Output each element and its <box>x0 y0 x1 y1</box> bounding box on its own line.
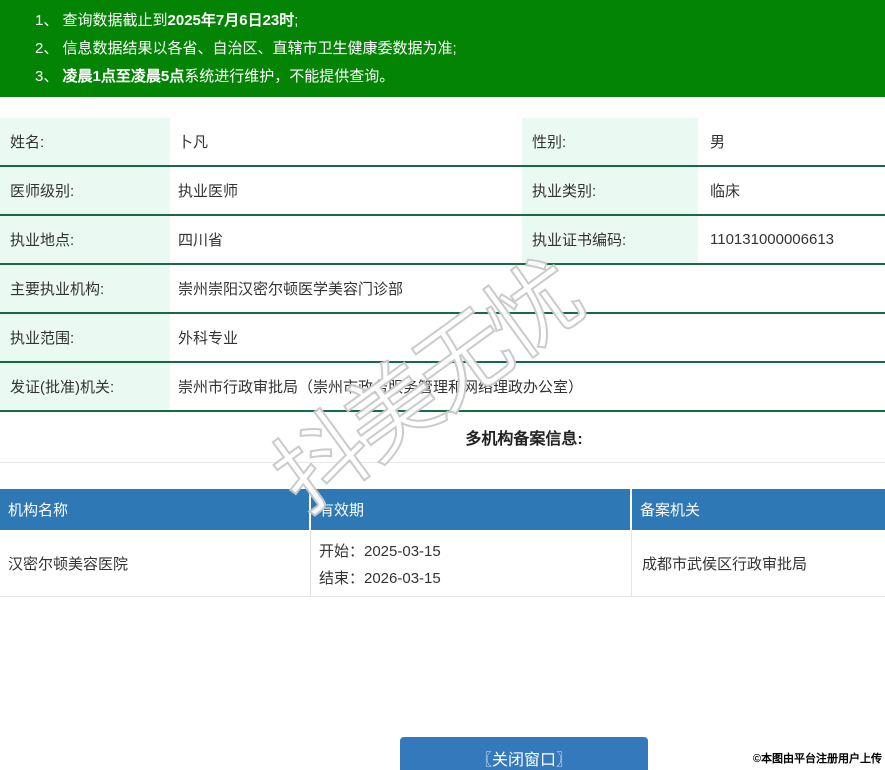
multi-org-filing-table: 机构名称 有效期 备案机关 汉密尔顿美容医院 开始：2025-03-15 结束：… <box>0 489 885 597</box>
license-query-result-page: 1、 查询数据截止到2025年7月6日23时; 2、 信息数据结果以各省、自治区… <box>0 0 885 770</box>
certificate-number-value: 110131000006613 <box>710 231 835 248</box>
info-row-main-institution: 主要执业机构: 崇州崇阳汉密尔顿医学美容门诊部 <box>0 265 885 314</box>
notice-line-3: 3、 凌晨1点至凌晨5点系统进行维护，不能提供查询。 <box>35 63 885 91</box>
section-divider <box>0 462 885 463</box>
org-table-row: 汉密尔顿美容医院 开始：2025-03-15 结束：2026-03-15 成都市… <box>0 530 885 597</box>
notice-text: 1、 查询数据截止到 <box>35 12 168 29</box>
issuing-authority-value: 崇州市行政审批局（崇州市政务服务管理和网络理政办公室） <box>178 379 584 396</box>
main-institution-value: 崇州崇阳汉密尔顿医学美容门诊部 <box>178 281 404 298</box>
notice-line-2: 2、 信息数据结果以各省、自治区、直辖市卫生健康委数据为准; <box>35 35 885 63</box>
gender-value: 男 <box>710 134 726 151</box>
main-institution-label: 主要执业机构: <box>0 265 170 312</box>
certificate-number-label: 执业证书编码: <box>522 216 698 263</box>
doctor-level-value: 执业医师 <box>178 183 239 200</box>
name-label: 姓名: <box>0 118 170 165</box>
notice-banner: 1、 查询数据截止到2025年7月6日23时; 2、 信息数据结果以各省、自治区… <box>0 0 885 97</box>
notice-text: 2、 信息数据结果以各省、自治区、直辖市卫生健康委数据为准; <box>35 40 457 57</box>
practice-scope-label: 执业范围: <box>0 314 170 361</box>
info-row-location-certno: 执业地点: 四川省 执业证书编码: 110131000006613 <box>0 216 885 265</box>
org-name-header: 机构名称 <box>0 489 311 530</box>
practitioner-info-table: 姓名: 卜凡 性别: 男 医师级别: 执业医师 执业类别: 临床 执业地点: 四… <box>0 118 885 412</box>
validity-value: 开始：2025-03-15 结束：2026-03-15 <box>311 530 632 596</box>
close-window-button[interactable]: 〖关闭窗口〗 <box>400 737 648 770</box>
platform-upload-badge: ©本图由平台注册用户上传 <box>752 753 882 765</box>
filing-authority-header: 备案机关 <box>640 502 701 519</box>
practice-scope-value: 外科专业 <box>178 330 239 347</box>
notice-text-bold: 凌晨1点至凌晨5点 <box>62 68 185 85</box>
notice-text-bold: 2025年7月6日23时 <box>167 12 295 29</box>
org-table-header-row: 机构名称 有效期 备案机关 <box>0 489 885 530</box>
validity-end: 结束：2026-03-15 <box>319 570 441 587</box>
notice-text: ; <box>294 12 299 29</box>
practice-category-label: 执业类别: <box>522 167 698 214</box>
notice-text: 3、 <box>35 68 63 85</box>
info-row-level-category: 医师级别: 执业医师 执业类别: 临床 <box>0 167 885 216</box>
doctor-level-label: 医师级别: <box>0 167 170 214</box>
gender-label: 性别: <box>522 118 698 165</box>
notice-text: 系统进行维护，不能提供查询。 <box>184 68 395 85</box>
info-row-issuing-authority: 发证(批准)机关: 崇州市行政审批局（崇州市政务服务管理和网络理政办公室） <box>0 363 885 412</box>
notice-line-1: 1、 查询数据截止到2025年7月6日23时; <box>35 7 885 35</box>
practice-location-value: 四川省 <box>178 232 224 249</box>
validity-start: 开始：2025-03-15 <box>319 543 441 560</box>
info-row-practice-scope: 执业范围: 外科专业 <box>0 314 885 363</box>
multi-org-section-title: 多机构备案信息: <box>465 431 583 448</box>
practice-location-label: 执业地点: <box>0 216 170 263</box>
practice-category-value: 临床 <box>710 183 741 200</box>
issuing-authority-label: 发证(批准)机关: <box>0 363 170 410</box>
validity-header: 有效期 <box>311 489 632 530</box>
info-row-name-gender: 姓名: 卜凡 性别: 男 <box>0 118 885 167</box>
filing-authority-value: 成都市武侯区行政审批局 <box>642 555 808 573</box>
name-value: 卜凡 <box>178 134 209 151</box>
org-name-value: 汉密尔顿美容医院 <box>0 530 311 596</box>
